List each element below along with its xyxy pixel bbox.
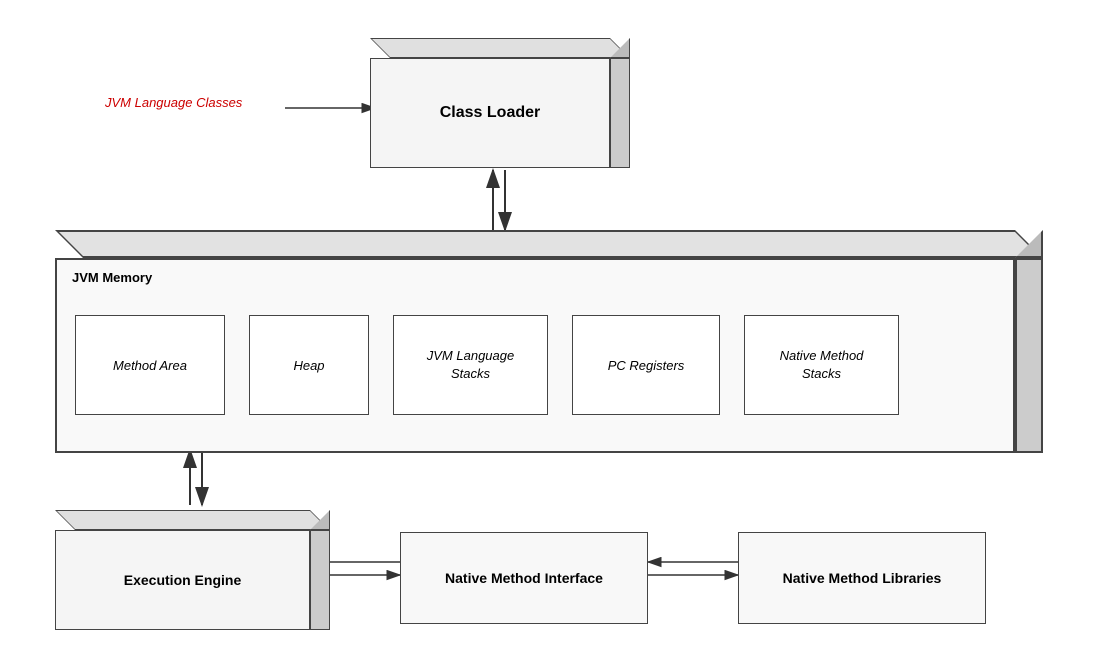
exec-engine-right-face <box>310 530 330 630</box>
exec-engine-front-face: Execution Engine <box>55 530 310 630</box>
class-loader-right-face <box>610 58 630 168</box>
native-method-libraries-box: Native Method Libraries <box>738 532 986 624</box>
method-area-box: Method Area <box>75 315 225 415</box>
diagram-container: JVM Language Classes Class Loader JVM Me… <box>0 0 1100 666</box>
pc-registers-label: PC Registers <box>608 358 685 373</box>
class-loader-front-face: Class Loader <box>370 58 610 168</box>
jvm-lang-classes-label: JVM Language Classes <box>105 95 242 110</box>
method-area-label: Method Area <box>113 358 187 373</box>
jvm-memory-top-face <box>55 230 1043 258</box>
jvm-memory-right-face <box>1015 258 1043 453</box>
jvm-memory-label: JVM Memory <box>57 260 1013 295</box>
class-loader-3d-box: Class Loader <box>370 38 640 178</box>
jvm-memory-front-face: JVM Memory Method Area Heap JVM Language… <box>55 258 1015 453</box>
class-loader-top-face <box>370 38 630 58</box>
native-method-stacks-label: Native MethodStacks <box>780 347 864 383</box>
class-loader-label: Class Loader <box>440 104 540 122</box>
exec-engine-top-face <box>55 510 330 530</box>
native-method-interface-box: Native Method Interface <box>400 532 648 624</box>
heap-box: Heap <box>249 315 369 415</box>
exec-engine-label: Execution Engine <box>124 572 241 588</box>
heap-label: Heap <box>293 358 324 373</box>
jvm-lang-stacks-label: JVM LanguageStacks <box>427 347 514 383</box>
execution-engine-3d-box: Execution Engine <box>55 510 345 635</box>
jvm-memory-3d-box: JVM Memory Method Area Heap JVM Language… <box>55 230 1065 455</box>
pc-registers-box: PC Registers <box>572 315 720 415</box>
jvm-lang-stacks-box: JVM LanguageStacks <box>393 315 548 415</box>
native-method-stacks-box: Native MethodStacks <box>744 315 899 415</box>
native-method-interface-label: Native Method Interface <box>445 570 603 586</box>
native-method-libraries-label: Native Method Libraries <box>783 570 942 586</box>
